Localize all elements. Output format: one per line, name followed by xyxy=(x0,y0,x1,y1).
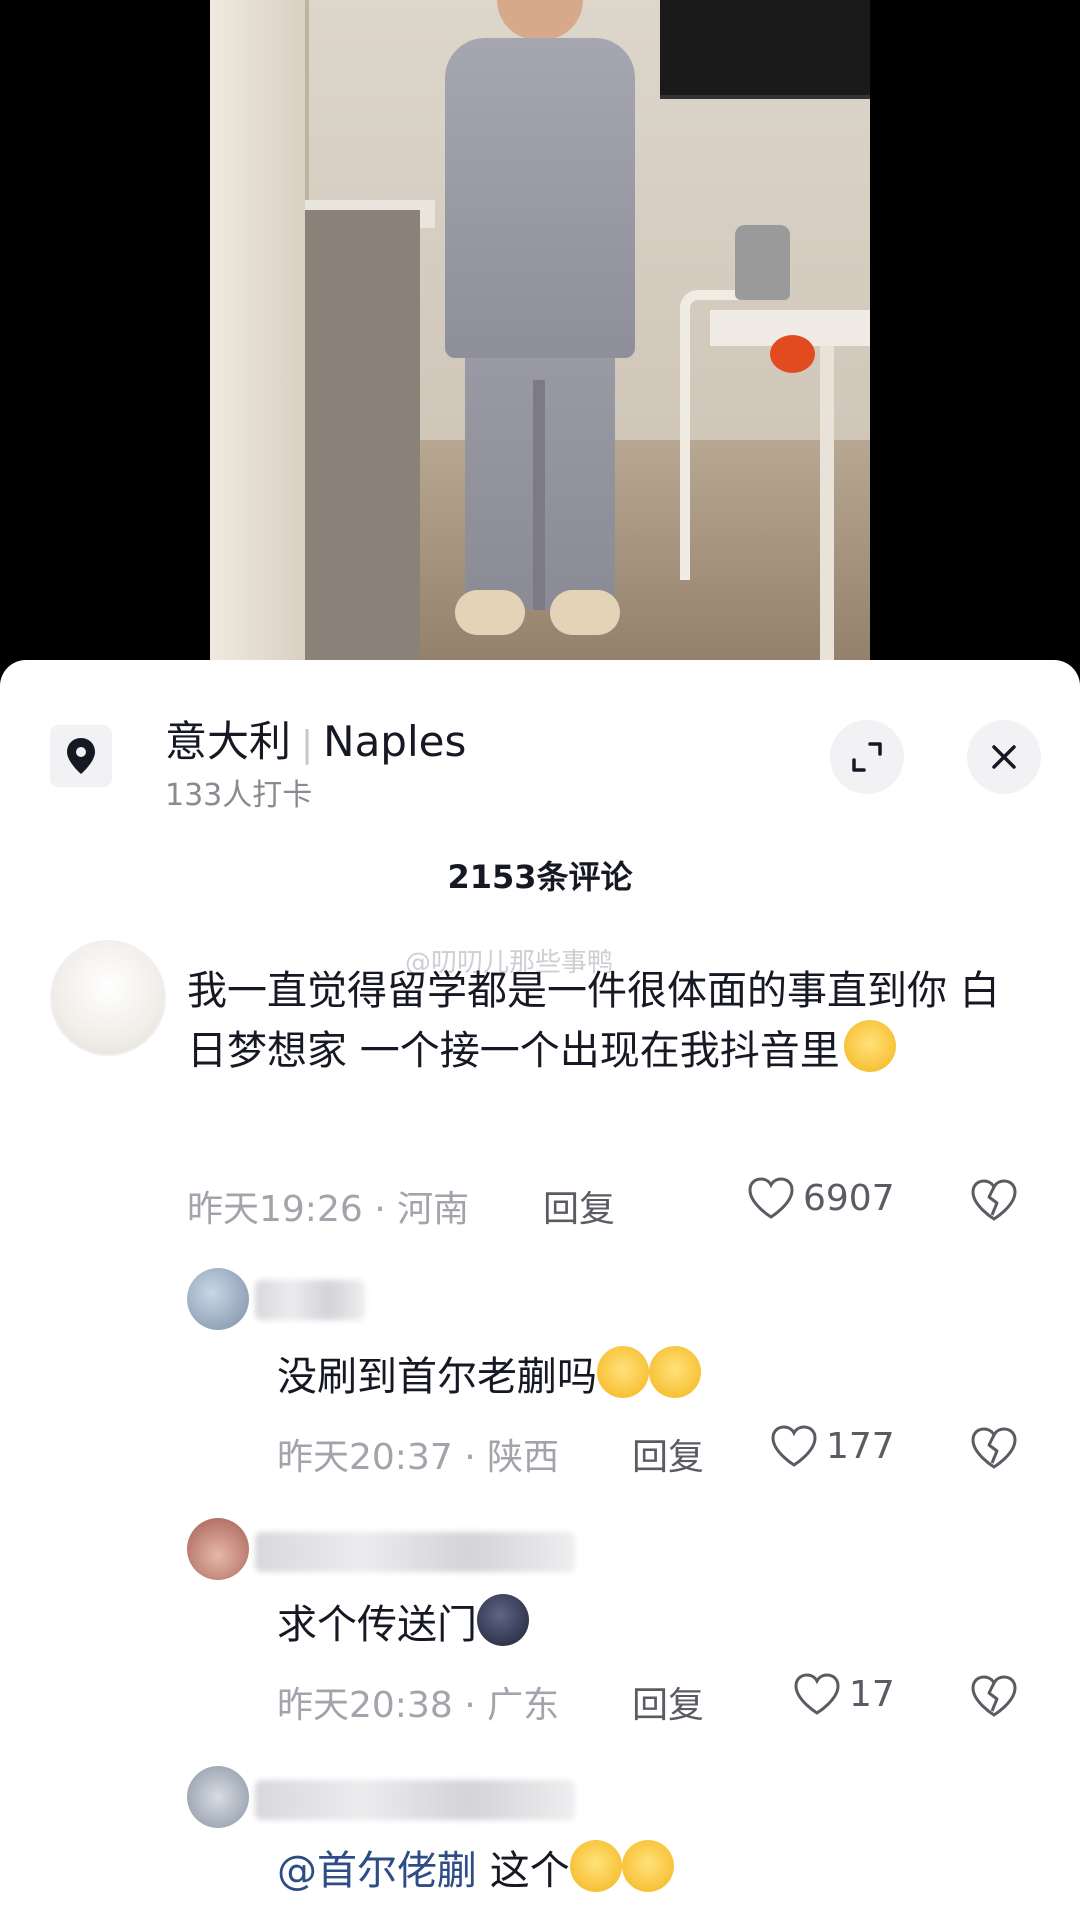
comment-time-location: 昨天20:37 · 陕西 xyxy=(277,1437,560,1478)
location-separator: | xyxy=(301,724,314,765)
person-in-video xyxy=(435,0,645,690)
checkin-count: 133人打卡 xyxy=(165,778,313,813)
reply-button[interactable]: 回复 xyxy=(632,1676,704,1728)
location-city: Naples xyxy=(323,717,467,766)
location-country: 意大利 xyxy=(165,717,292,766)
kissing-emoji-icon xyxy=(569,1840,622,1892)
smile-emoji-icon xyxy=(843,1020,896,1072)
broken-heart-icon xyxy=(971,1179,1017,1221)
location-pin-icon[interactable] xyxy=(50,725,112,787)
avatar[interactable] xyxy=(187,1268,249,1330)
comment-text: 没刷到首尔老蒯吗 xyxy=(277,1346,1037,1406)
avatar[interactable] xyxy=(187,1518,249,1580)
like-count: 6907 xyxy=(803,1177,895,1219)
dislike-button[interactable] xyxy=(970,1178,1018,1226)
reply-button[interactable]: 回复 xyxy=(543,1180,615,1232)
comment-time-location: 昨天19:26 · 河南 xyxy=(187,1189,470,1230)
dark-moon-emoji-icon xyxy=(477,1594,529,1646)
thinking-emoji-icon xyxy=(649,1346,701,1398)
avatar[interactable] xyxy=(187,1766,249,1828)
avatar[interactable] xyxy=(50,940,166,1056)
location-title[interactable]: 意大利 | Naples xyxy=(165,708,466,769)
like-button[interactable]: 17 xyxy=(793,1672,895,1716)
comment-sheet: 意大利 | Naples 133人打卡 2153条评论 @叨叨儿那些事鸭 我一直觉得… xyxy=(0,660,1080,1914)
heart-outline-icon xyxy=(771,1425,817,1467)
expand-icon xyxy=(852,742,882,772)
video-player[interactable] xyxy=(0,0,1080,690)
expand-button[interactable] xyxy=(830,720,904,794)
like-count: 17 xyxy=(849,1673,895,1715)
comment-text: @首尔佬蒯 这个 xyxy=(277,1840,1037,1900)
blurred-username xyxy=(255,1780,575,1820)
blurred-username xyxy=(255,1280,365,1320)
thinking-emoji-icon xyxy=(597,1346,649,1398)
comment-text: 求个传送门 xyxy=(277,1594,1037,1654)
mention-link[interactable]: @首尔佬蒯 xyxy=(277,1848,477,1894)
broken-heart-icon xyxy=(971,1427,1017,1469)
like-button[interactable]: 6907 xyxy=(747,1176,895,1220)
tv-in-video xyxy=(660,0,870,99)
video-frame xyxy=(210,0,870,690)
dislike-button[interactable] xyxy=(970,1426,1018,1474)
reply-button[interactable]: 回复 xyxy=(632,1428,704,1480)
close-icon xyxy=(992,745,1016,769)
close-button[interactable] xyxy=(967,720,1041,794)
comment-text: 我一直觉得留学都是一件很体面的事直到你 白日梦想家 一个接一个出现在我抖音里 xyxy=(187,968,1000,1074)
dislike-button[interactable] xyxy=(970,1674,1018,1722)
blurred-username xyxy=(255,1532,575,1572)
comments-count-title: 2153条评论 xyxy=(447,858,633,896)
heart-outline-icon xyxy=(748,1177,794,1219)
heart-outline-icon xyxy=(794,1673,840,1715)
kissing-emoji-icon xyxy=(621,1840,674,1892)
broken-heart-icon xyxy=(971,1675,1017,1717)
like-button[interactable]: 177 xyxy=(770,1424,895,1468)
like-count: 177 xyxy=(826,1425,895,1467)
comment-time-location: 昨天20:38 · 广东 xyxy=(277,1685,560,1726)
